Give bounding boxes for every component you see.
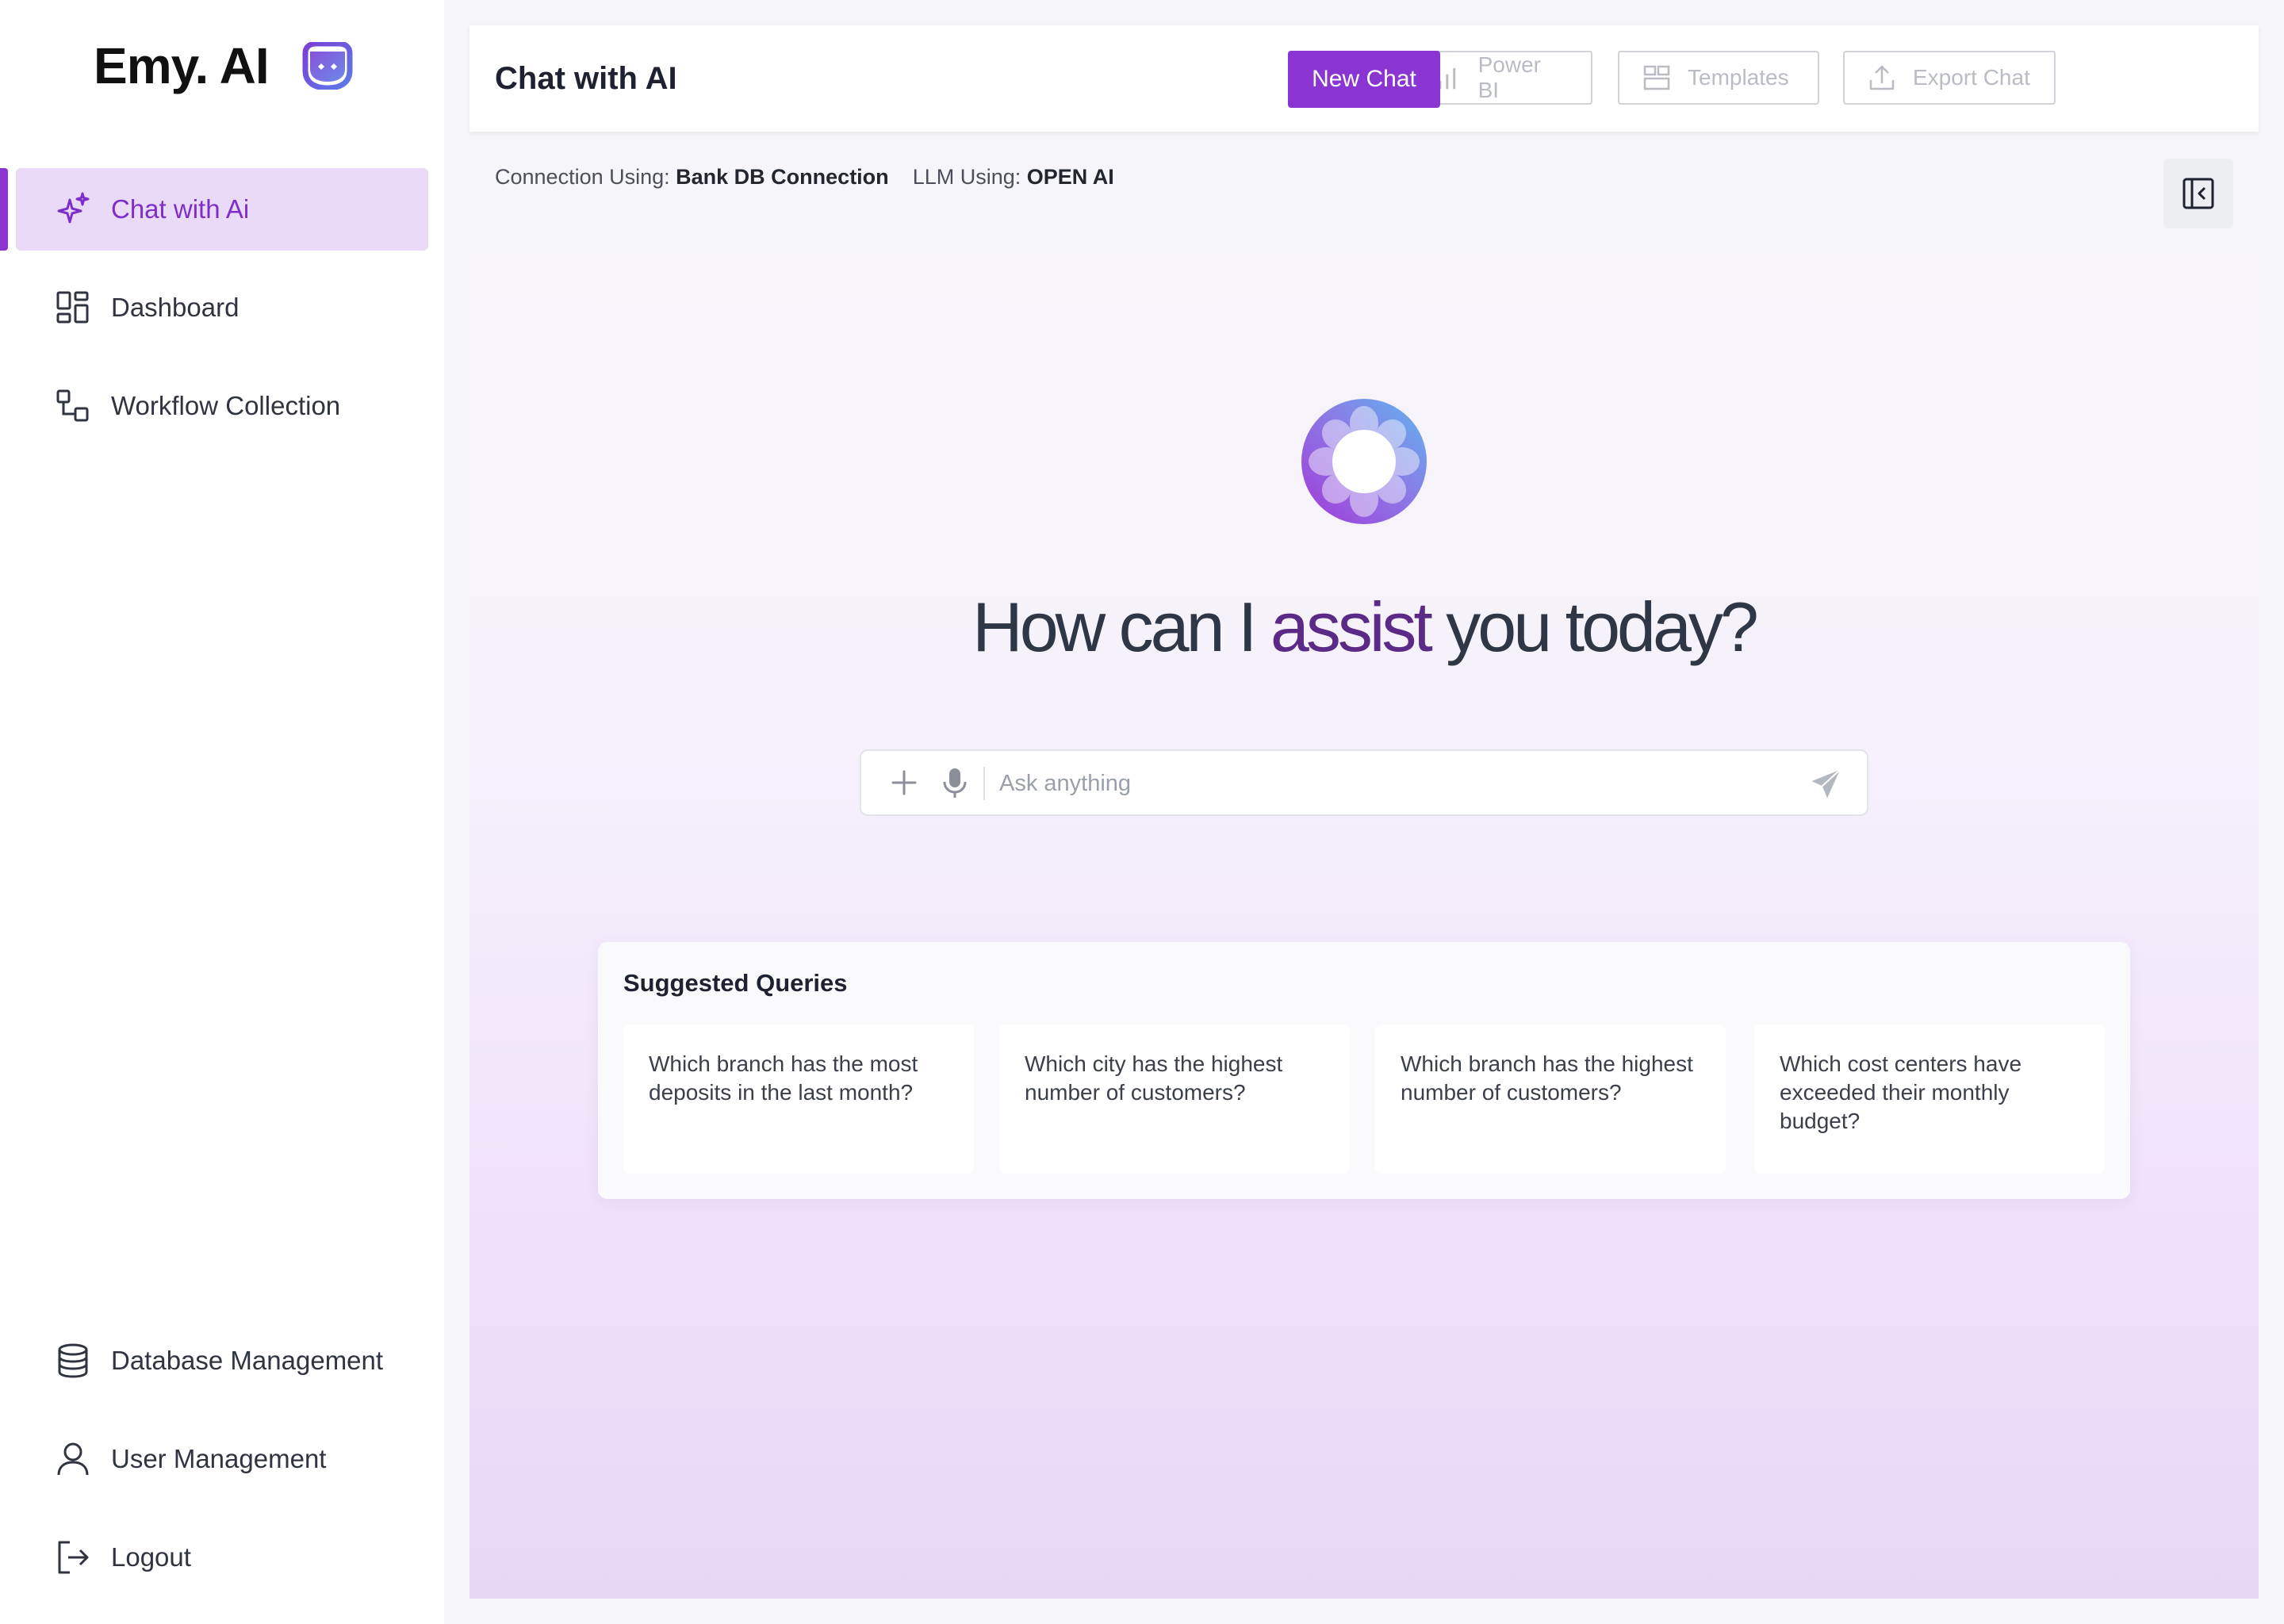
panel-collapse-icon — [2182, 178, 2214, 209]
llm-label: LLM Using: — [912, 165, 1021, 189]
chat-input[interactable] — [998, 759, 1794, 808]
sidebar-item-user-management[interactable]: User Management — [16, 1418, 428, 1500]
dashboard-icon — [56, 291, 89, 324]
sidebar-item-dashboard[interactable]: Dashboard — [16, 266, 428, 349]
export-chat-button[interactable]: Export Chat — [1843, 51, 2056, 105]
user-icon — [57, 1442, 89, 1476]
connection-info: Connection Using: Bank DB Connection LLM… — [495, 165, 1114, 190]
hero-heading: How can I assist you today? — [469, 587, 2259, 668]
collapse-panel-button[interactable] — [2163, 159, 2233, 228]
logout-icon — [58, 1541, 89, 1574]
suggested-query-card[interactable]: Which branch has the highest number of c… — [1375, 1025, 1726, 1174]
suggested-query-card[interactable]: Which cost centers have exceeded their m… — [1754, 1025, 2105, 1174]
hero-text-before: How can I — [972, 588, 1270, 666]
plus-icon[interactable] — [890, 768, 918, 797]
suggested-query-card[interactable]: Which branch has the most deposits in th… — [623, 1025, 974, 1174]
connection-value: Bank DB Connection — [676, 165, 889, 189]
sidebar-item-workflow-collection[interactable]: Workflow Collection — [16, 365, 428, 447]
suggested-queries-panel: Suggested Queries Which branch has the m… — [598, 942, 2130, 1199]
sidebar-item-label: User Management — [111, 1444, 327, 1473]
workflow-icon — [56, 389, 89, 422]
microphone-icon[interactable] — [941, 767, 969, 799]
new-chat-button[interactable]: New Chat — [1288, 51, 1440, 108]
suggested-queries-title: Suggested Queries — [623, 969, 848, 997]
header-bar: Chat with AI Power BI Templates Export C… — [469, 25, 2259, 132]
export-chat-label: Export Chat — [1913, 65, 2030, 90]
input-divider — [983, 767, 985, 800]
sidebar-item-chat-with-ai[interactable]: Chat with Ai — [16, 168, 428, 251]
llm-value: OPEN AI — [1026, 165, 1114, 189]
active-indicator — [0, 168, 8, 251]
hero-text-after: you today? — [1429, 588, 1759, 666]
sidebar-item-label: Chat with Ai — [111, 194, 250, 224]
sparkle-icon — [57, 192, 90, 224]
sidebar: Emy. AI Chat with Ai Dashboard Workflow … — [0, 0, 444, 1624]
database-icon — [58, 1343, 88, 1378]
templates-icon — [1643, 65, 1670, 90]
sidebar-item-logout[interactable]: Logout — [16, 1516, 428, 1599]
sidebar-item-label: Logout — [111, 1542, 191, 1572]
upload-icon — [1869, 65, 1895, 90]
templates-button[interactable]: Templates — [1618, 51, 1819, 105]
sidebar-item-label: Workflow Collection — [111, 391, 341, 420]
logo-text: Emy. AI — [94, 37, 270, 94]
ai-orb-icon — [1301, 399, 1427, 524]
power-bi-label: Power BI — [1477, 52, 1541, 102]
hero-text-accent: assist — [1270, 588, 1433, 666]
send-icon[interactable] — [1808, 767, 1843, 802]
templates-label: Templates — [1688, 65, 1789, 90]
page-title: Chat with AI — [495, 61, 677, 96]
suggested-query-card[interactable]: Which city has the highest number of cus… — [999, 1025, 1350, 1174]
app-logo[interactable]: Emy. AI — [94, 36, 354, 95]
sidebar-item-label: Database Management — [111, 1346, 384, 1375]
connection-label: Connection Using: — [495, 165, 670, 189]
sidebar-item-label: Dashboard — [111, 293, 240, 322]
robot-face-icon — [302, 42, 353, 90]
sidebar-item-database-management[interactable]: Database Management — [16, 1320, 428, 1402]
chat-input-bar — [860, 749, 1868, 816]
